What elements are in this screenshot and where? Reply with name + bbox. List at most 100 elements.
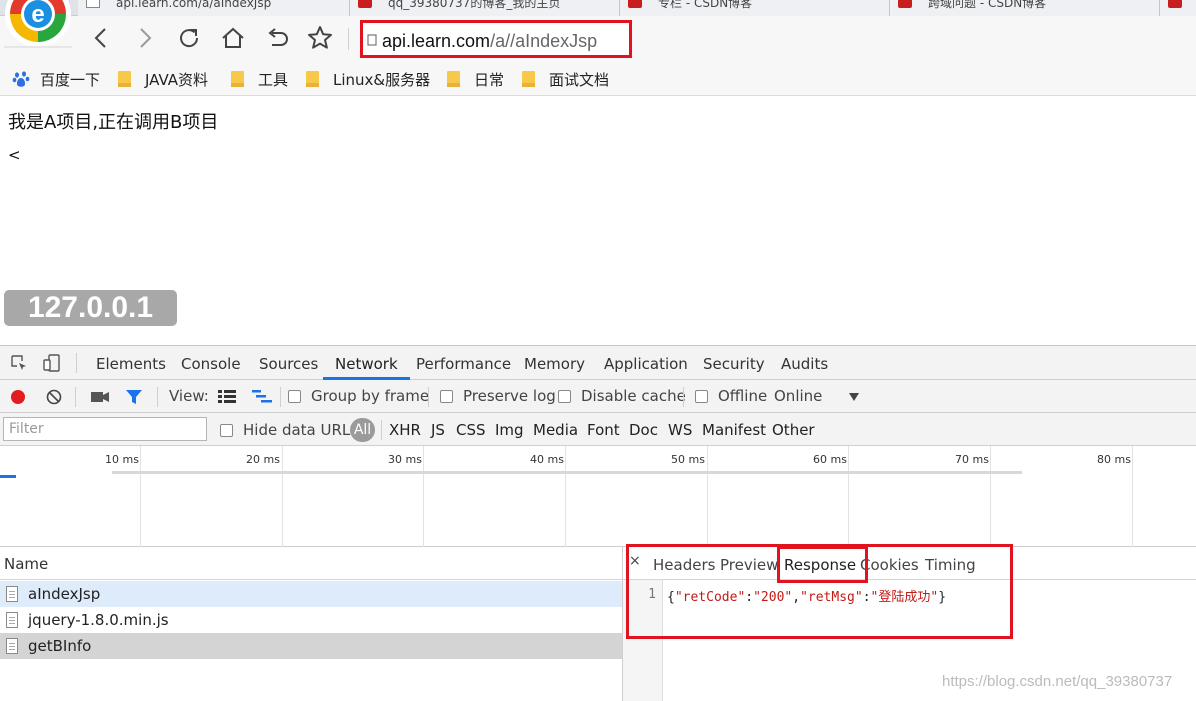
waterfall-overview-icon[interactable] [252, 390, 272, 404]
response-json[interactable]: {"retCode":"200","retMsg":"登陆成功"} [667, 586, 946, 605]
offline-checkbox[interactable]: Offline [695, 387, 767, 405]
tab-security[interactable]: Security [703, 346, 765, 380]
bookmark-label: 百度一下 [40, 70, 101, 89]
browser-tab[interactable]: qq_39380737的博客_我的主页 [350, 0, 620, 16]
disable-cache-checkbox[interactable]: Disable cache [558, 387, 686, 405]
filter-input[interactable]: Filter [3, 417, 207, 441]
browser-tab-title: api.learn.com/a/aIndexJsp [116, 0, 272, 10]
bookmarks-bar: 百度一下 JAVA资料 工具 Linux&服务器 日常 面试文档 [0, 62, 1196, 96]
checkbox[interactable] [288, 389, 301, 403]
network-timeline[interactable]: 10 ms 20 ms 30 ms 40 ms 50 ms 60 ms 70 m… [0, 446, 1196, 547]
hide-data-urls-checkbox[interactable]: Hide data URLs [220, 421, 358, 439]
record-icon[interactable] [10, 389, 26, 405]
forward-button[interactable] [130, 23, 160, 53]
requests-header: Name [0, 547, 622, 580]
grid-line [565, 446, 566, 547]
svg-text:e: e [31, 1, 44, 28]
filter-type-other[interactable]: Other [772, 421, 815, 439]
tab-headers[interactable]: Headers [653, 556, 715, 574]
tab-console[interactable]: Console [181, 346, 241, 380]
address-bar[interactable]: api.learn.com/a//aIndexJsp [360, 20, 632, 58]
group-by-frame-checkbox[interactable]: Group by frame [288, 387, 429, 405]
address-text[interactable]: api.learn.com/a//aIndexJsp [382, 31, 597, 52]
filter-type-ws[interactable]: WS [668, 421, 692, 439]
bookmark-folder[interactable]: Linux&服务器 [306, 69, 430, 89]
forward-icon [140, 28, 152, 48]
back-button[interactable] [86, 23, 116, 53]
home-icon [222, 27, 244, 48]
checkbox[interactable] [558, 389, 571, 403]
throttling-select[interactable]: Online [774, 387, 822, 405]
close-detail-button[interactable]: × [629, 553, 641, 569]
tab-network[interactable]: Network [323, 346, 410, 380]
browser-tab[interactable] [1160, 0, 1196, 16]
filter-type-img[interactable]: Img [495, 421, 524, 439]
tab-preview[interactable]: Preview [720, 556, 778, 574]
filter-type-css[interactable]: CSS [456, 421, 486, 439]
request-row-selected[interactable]: aIndexJsp [0, 581, 622, 607]
browser-tab[interactable]: 跨域问题 - CSDN博客 [890, 0, 1160, 16]
browser-tab-title: 专栏 - CSDN博客 [658, 0, 753, 10]
filter-type-manifest[interactable]: Manifest [702, 421, 766, 439]
json-colon: : [745, 590, 754, 605]
browser-tab-title: qq_39380737的博客_我的主页 [388, 0, 561, 10]
browser-tab[interactable]: api.learn.com/a/aIndexJsp [78, 0, 350, 16]
bookmark-folder[interactable]: 面试文档 [522, 69, 609, 89]
tab-cookies[interactable]: Cookies [860, 556, 919, 574]
device-toolbar-icon[interactable] [42, 353, 62, 373]
hide-data-urls-label: Hide data URLs [243, 421, 359, 439]
checkbox[interactable] [440, 389, 453, 403]
json-colon: : [862, 590, 871, 605]
filter-type-js[interactable]: JS [431, 421, 445, 439]
tab-sources[interactable]: Sources [259, 346, 318, 380]
clear-icon[interactable] [46, 389, 62, 405]
tab-response[interactable]: Response [784, 556, 856, 574]
screenshot-camera-icon[interactable] [91, 390, 109, 404]
xhr-file-icon [6, 638, 18, 654]
json-key: "retMsg" [800, 590, 863, 605]
devtools-panel: Elements Console Sources Network Perform… [0, 345, 1196, 701]
bookmark-folder[interactable]: 工具 [231, 69, 288, 89]
tab-elements[interactable]: Elements [96, 346, 166, 380]
reload-icon [180, 29, 199, 48]
bookmark-folder[interactable]: JAVA资料 [118, 69, 208, 89]
script-file-icon [6, 612, 18, 628]
divider [75, 387, 76, 407]
filter-type-doc[interactable]: Doc [629, 421, 658, 439]
preserve-log-checkbox[interactable]: Preserve log [440, 387, 556, 405]
timeline-tick-label: 10 ms [105, 453, 139, 466]
browser-tab[interactable]: 专栏 - CSDN博客 [620, 0, 890, 16]
folder-icon [522, 71, 535, 87]
filter-type-font[interactable]: Font [587, 421, 620, 439]
filter-type-xhr[interactable]: XHR [389, 421, 421, 439]
chevron-down-icon[interactable] [848, 392, 860, 402]
request-name: getBInfo [28, 637, 92, 655]
filter-icon[interactable] [125, 389, 143, 405]
undo-close-tab-button[interactable] [262, 23, 292, 53]
home-button[interactable] [218, 23, 248, 53]
checkbox[interactable] [695, 389, 708, 403]
tab-audits[interactable]: Audits [781, 346, 828, 380]
bookmark-folder[interactable]: 日常 [447, 69, 504, 89]
tab-performance[interactable]: Performance [416, 346, 511, 380]
checkbox[interactable] [220, 423, 233, 437]
divider [348, 28, 349, 50]
undo-icon [268, 28, 288, 46]
bookmark-baidu[interactable]: 百度一下 [12, 69, 100, 89]
grid-line [423, 446, 424, 547]
folder-icon [231, 71, 244, 87]
star-icon [308, 26, 332, 49]
name-column-header[interactable]: Name [4, 555, 48, 573]
request-row[interactable]: jquery-1.8.0.min.js [0, 607, 622, 633]
tab-memory[interactable]: Memory [524, 346, 585, 380]
tab-application[interactable]: Application [604, 346, 688, 380]
filter-type-all[interactable]: All [350, 418, 375, 442]
filter-type-media[interactable]: Media [533, 421, 578, 439]
inspect-element-icon[interactable] [10, 354, 28, 372]
request-row[interactable]: getBInfo [0, 633, 622, 659]
large-rows-icon[interactable] [218, 390, 236, 404]
divider [157, 387, 158, 407]
reload-button[interactable] [174, 23, 204, 53]
tab-timing[interactable]: Timing [925, 556, 976, 574]
bookmark-star-button[interactable] [305, 23, 335, 53]
